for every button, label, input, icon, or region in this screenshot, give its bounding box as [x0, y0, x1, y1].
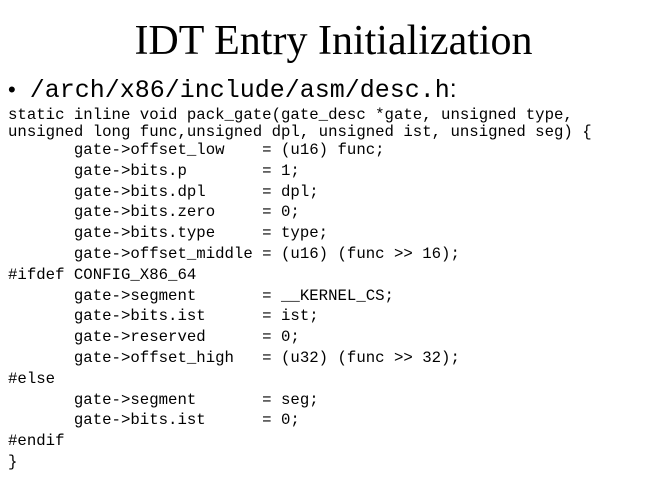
code-line: unsigned long func,unsigned dpl, unsigne… [8, 122, 592, 141]
bullet-icon: • [8, 77, 16, 102]
slide-title: IDT Entry Initialization [134, 18, 533, 64]
code-line: #endif [8, 432, 65, 451]
code-line: #ifdef CONFIG_X86_64 [8, 265, 197, 284]
code-line: gate->bits.zero = 0; [8, 203, 300, 222]
code-line: static inline void pack_gate(gate_desc *… [8, 106, 573, 124]
code-line: gate->bits.ist = 0; [8, 411, 300, 430]
code-line: gate->bits.ist = ist; [8, 307, 319, 326]
code-line: gate->offset_middle = (u16) (func >> 16)… [8, 244, 460, 263]
code-line: gate->reserved = 0; [8, 328, 300, 347]
code-line: } [8, 452, 18, 471]
file-path-colon: : [449, 75, 457, 103]
file-path: /arch/x86/include/asm/desc.h [29, 76, 450, 105]
file-path-bullet: • /arch/x86/include/asm/desc.h : [8, 72, 457, 108]
code-line: gate->segment = __KERNEL_CS; [8, 286, 394, 305]
code-line: #else [8, 369, 56, 388]
code-line: gate->bits.dpl = dpl; [8, 182, 319, 201]
code-line: gate->offset_low = (u16) func; [8, 141, 385, 159]
code-listing: static inline void pack_gate(gate_desc *… [8, 107, 592, 473]
code-line: gate->bits.type = type; [8, 224, 329, 243]
code-line: gate->offset_high = (u32) (func >> 32); [8, 348, 460, 367]
code-line: gate->segment = seg; [8, 390, 319, 409]
code-line: gate->bits.p = 1; [8, 161, 300, 180]
